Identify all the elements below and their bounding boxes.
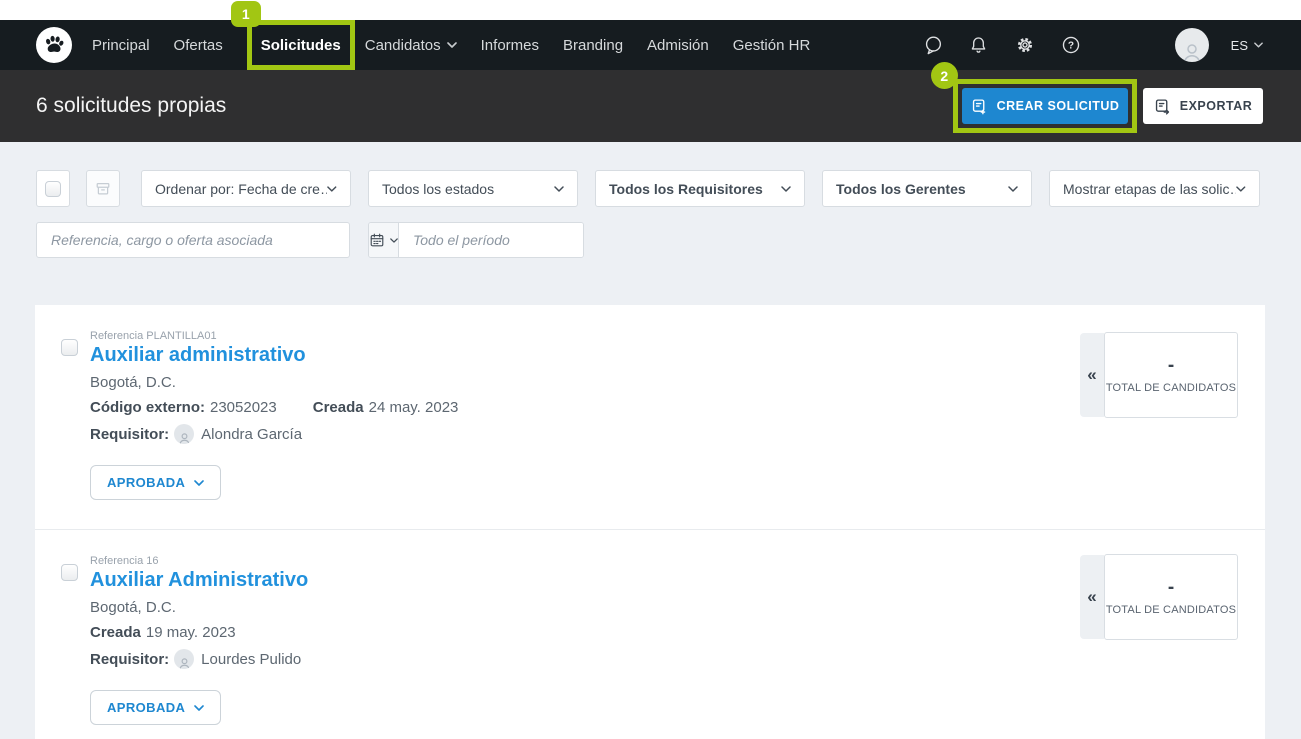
chevron-down-icon bbox=[1254, 42, 1263, 48]
select-all-checkbox[interactable] bbox=[36, 170, 70, 207]
chevron-down-icon bbox=[554, 185, 564, 192]
chevron-down-icon bbox=[1236, 185, 1246, 192]
period-filter bbox=[368, 222, 584, 258]
nav-gestion-hr[interactable]: Gestión HR bbox=[733, 20, 811, 70]
managers-filter-select[interactable]: Todos los Gerentes bbox=[822, 170, 1032, 207]
top-navigation: Principal Ofertas Solicitudes 1 Candidat… bbox=[0, 1, 1301, 70]
request-title-link[interactable]: Auxiliar Administrativo bbox=[90, 569, 308, 592]
candidates-panel: « - TOTAL DE CANDIDATOS bbox=[1080, 332, 1238, 418]
document-plus-icon bbox=[972, 98, 985, 114]
candidates-total-value: - bbox=[1167, 577, 1175, 598]
sort-by-value: Ordenar por: Fecha de cre… bbox=[155, 180, 328, 197]
settings-gear-icon[interactable] bbox=[1013, 33, 1037, 57]
collapse-chevrons-icon[interactable]: « bbox=[1080, 333, 1104, 417]
language-label: ES bbox=[1230, 37, 1248, 53]
managers-filter-value: Todos los Gerentes bbox=[836, 180, 966, 197]
status-dropdown-button[interactable]: APROBADA bbox=[90, 465, 222, 500]
main-menu: Principal Ofertas Solicitudes 1 Candidat… bbox=[92, 1, 834, 70]
request-requisitor: Requisitor: Lourdes Pulido bbox=[90, 649, 302, 669]
request-requisitor: Requisitor: Alondra García bbox=[90, 424, 303, 444]
paw-logo[interactable] bbox=[36, 27, 72, 63]
stages-display-select[interactable]: Mostrar etapas de las solic… bbox=[1049, 170, 1260, 207]
requisitor-avatar bbox=[174, 649, 195, 669]
page-title: 6 solicitudes propias bbox=[36, 94, 227, 117]
period-input[interactable] bbox=[399, 223, 583, 257]
status-label: APROBADA bbox=[107, 475, 186, 490]
svg-text:?: ? bbox=[1068, 41, 1074, 52]
search-input[interactable] bbox=[36, 222, 350, 258]
content-area: Ordenar por: Fecha de cre… Todos los est… bbox=[0, 142, 1301, 739]
paw-icon bbox=[46, 35, 64, 52]
chevron-down-icon bbox=[390, 237, 398, 243]
nav-informes[interactable]: Informes bbox=[481, 20, 539, 70]
row-checkbox[interactable] bbox=[61, 339, 78, 356]
chevron-down-icon bbox=[194, 479, 205, 486]
collapse-chevrons-icon[interactable]: « bbox=[1080, 555, 1104, 639]
document-export-icon bbox=[1155, 98, 1169, 115]
nav-principal[interactable]: Principal bbox=[92, 20, 150, 70]
archive-icon bbox=[96, 182, 110, 195]
requisitors-filter-value: Todos los Requisitores bbox=[609, 180, 763, 197]
nav-solicitudes-label: Solicitudes bbox=[260, 36, 341, 54]
export-label: EXPORTAR bbox=[1179, 99, 1253, 113]
request-card: Referencia 16 Auxiliar Administrativo Bo… bbox=[35, 530, 1265, 725]
nav-utilities: ? ES bbox=[921, 28, 1301, 62]
row-checkbox[interactable] bbox=[61, 564, 78, 581]
candidates-total-box: - TOTAL DE CANDIDATOS bbox=[1104, 554, 1238, 640]
candidates-total-label: TOTAL DE CANDIDATOS bbox=[1105, 382, 1237, 394]
checkbox-icon bbox=[45, 180, 61, 197]
chat-icon[interactable] bbox=[921, 33, 945, 57]
chevron-down-icon bbox=[327, 185, 337, 192]
notifications-bell-icon[interactable] bbox=[967, 33, 991, 57]
stages-display-value: Mostrar etapas de las solic… bbox=[1063, 180, 1237, 197]
chevron-down-icon bbox=[781, 185, 791, 192]
nav-admision[interactable]: Admisión bbox=[647, 20, 709, 70]
nav-candidatos[interactable]: Candidatos bbox=[365, 20, 457, 70]
user-avatar[interactable] bbox=[1174, 28, 1209, 62]
nav-branding[interactable]: Branding bbox=[563, 20, 623, 70]
create-request-button[interactable]: CREAR SOLICITUD 2 bbox=[931, 62, 1137, 133]
create-request-label: CREAR SOLICITUD bbox=[996, 99, 1120, 113]
request-card: Referencia PLANTILLA01 Auxiliar administ… bbox=[35, 305, 1265, 530]
candidates-panel: « - TOTAL DE CANDIDATOS bbox=[1080, 554, 1238, 640]
language-selector[interactable]: ES bbox=[1231, 38, 1263, 53]
annotation-step1-badge: 1 bbox=[230, 1, 261, 27]
help-icon[interactable]: ? bbox=[1059, 33, 1083, 57]
chevron-down-icon bbox=[194, 704, 205, 711]
nav-candidatos-label: Candidatos bbox=[364, 36, 441, 54]
states-filter-value: Todos los estados bbox=[382, 180, 495, 197]
page: Principal Ofertas Solicitudes 1 Candidat… bbox=[0, 0, 1301, 739]
calendar-icon bbox=[370, 233, 384, 247]
requisitor-avatar bbox=[174, 424, 195, 444]
status-dropdown-button[interactable]: APROBADA bbox=[90, 690, 222, 725]
requisitors-filter-select[interactable]: Todos los Requisitores bbox=[595, 170, 805, 207]
requests-list: Referencia PLANTILLA01 Auxiliar administ… bbox=[35, 305, 1265, 739]
calendar-dropdown-toggle[interactable] bbox=[369, 223, 399, 257]
archive-button[interactable] bbox=[86, 170, 120, 207]
candidates-total-box: - TOTAL DE CANDIDATOS bbox=[1104, 332, 1238, 418]
export-button[interactable]: EXPORTAR bbox=[1143, 88, 1263, 124]
chevron-down-icon bbox=[446, 42, 457, 48]
nav-solicitudes[interactable]: Solicitudes 1 bbox=[230, 1, 355, 70]
sort-by-select[interactable]: Ordenar por: Fecha de cre… bbox=[141, 170, 351, 207]
request-title-link[interactable]: Auxiliar administrativo bbox=[90, 344, 306, 367]
status-label: APROBADA bbox=[107, 700, 186, 715]
candidates-total-value: - bbox=[1167, 355, 1175, 376]
page-header: 6 solicitudes propias CREAR SOLICITUD 2 … bbox=[0, 62, 1301, 142]
chevron-down-icon bbox=[1008, 185, 1018, 192]
states-filter-select[interactable]: Todos los estados bbox=[368, 170, 578, 207]
nav-ofertas[interactable]: Ofertas bbox=[174, 20, 223, 70]
candidates-total-label: TOTAL DE CANDIDATOS bbox=[1105, 604, 1237, 616]
